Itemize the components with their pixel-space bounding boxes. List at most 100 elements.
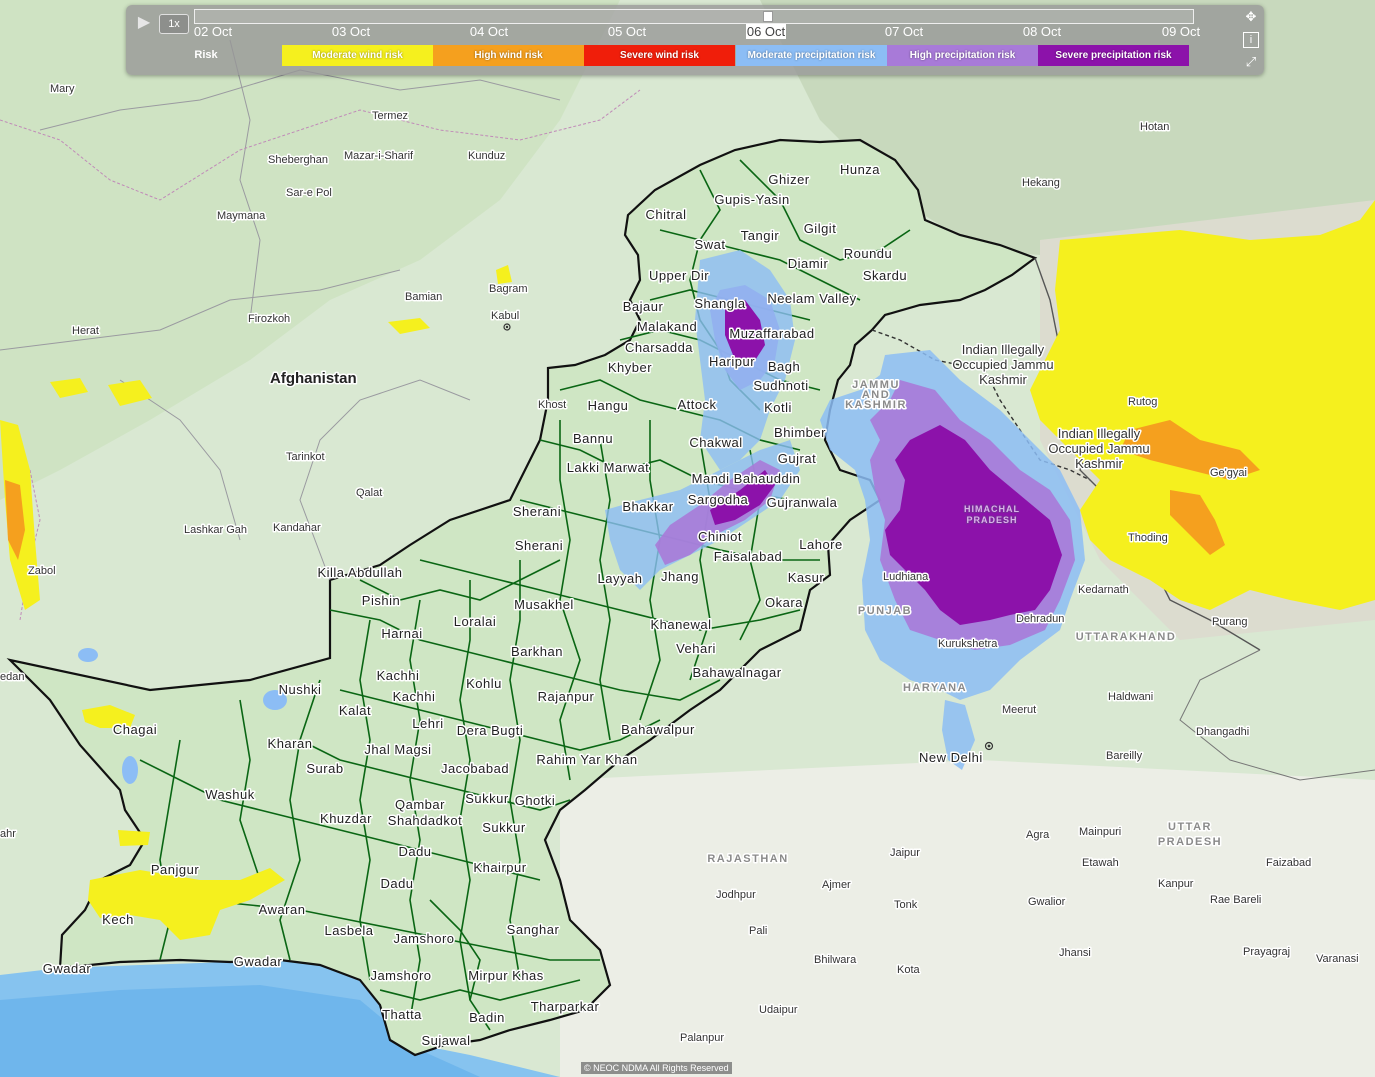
district-label-sukkur: Sukkur [482, 820, 526, 835]
region-label-himachal: HIMACHAL PRADESH [964, 504, 1020, 525]
country-label-afghanistan: Afghanistan [270, 370, 357, 387]
district-label-gwadar: Gwadar [234, 954, 283, 969]
timeline-date[interactable]: 07 Oct [869, 24, 939, 39]
district-label-jhang: Jhang [661, 569, 699, 584]
district-label-washuk: Washuk [205, 787, 254, 802]
city-label-qalat: Qalat [356, 487, 382, 499]
city-label-agra: Agra [1026, 829, 1050, 841]
city-label-sheberghan: Sheberghan [268, 154, 328, 166]
district-label-bahawalpur: Bahawalpur [621, 722, 695, 737]
city-label-palanpur: Palanpur [680, 1032, 724, 1044]
district-label-chitral: Chitral [645, 207, 686, 222]
timeline-date[interactable]: 09 Oct [1146, 24, 1216, 39]
district-label-mandi-bahauddin: Mandi Bahauddin [692, 471, 801, 486]
region-label-rajasthan: RAJASTHAN [707, 853, 788, 865]
district-label-neelam-valley: Neelam Valley [767, 291, 856, 306]
district-label-ghotki: Ghotki [515, 793, 556, 808]
district-label-shangla: Shangla [694, 296, 745, 311]
city-label-mainpuri: Mainpuri [1079, 826, 1121, 838]
district-label-kotli: Kotli [764, 400, 792, 415]
district-label-gujranwala: Gujranwala [767, 495, 838, 510]
district-label-muzaffarabad: Muzaffarabad [729, 326, 814, 341]
city-label-mary: Mary [50, 83, 75, 95]
district-label-gwadar: Gwadar [43, 961, 92, 976]
district-label-sujawal: Sujawal [421, 1033, 470, 1048]
expand-icon[interactable]: ⤢ [1243, 54, 1259, 70]
district-label-sherani: Sherani [515, 538, 563, 553]
district-label-shahdadkot: Shahdadkot [388, 813, 462, 828]
district-label-skardu: Skardu [863, 268, 907, 283]
timeline-handle[interactable] [763, 11, 773, 22]
city-label-jhansi: Jhansi [1059, 947, 1091, 959]
district-label-nushki: Nushki [279, 682, 322, 697]
timeline-date[interactable]: 05 Oct [592, 24, 662, 39]
district-label-kasur: Kasur [788, 570, 825, 585]
city-label-purang: Purang [1212, 616, 1247, 628]
region-label-punjab: PUNJAB [858, 605, 912, 617]
district-label-charsadda: Charsadda [625, 340, 693, 355]
district-label-ghizer: Ghizer [768, 172, 809, 187]
region-label-uttarakhand: UTTARAKHAND [1076, 631, 1177, 643]
timeline-date[interactable]: 03 Oct [316, 24, 386, 39]
district-label-swat: Swat [695, 237, 726, 252]
city-label-firozkoh: Firozkoh [248, 313, 290, 325]
district-label-thatta: Thatta [382, 1007, 422, 1022]
city-label-ludhiana: Ludhiana [883, 571, 929, 583]
city-label-kandahar: Kandahar [273, 522, 321, 534]
city-label-gegyai: Ge'gyai [1210, 467, 1247, 479]
district-label-dadu: Dadu [398, 844, 431, 859]
city-label-bhilwara: Bhilwara [814, 954, 857, 966]
district-label-rahim-yar-khan: Rahim Yar Khan [536, 752, 637, 767]
city-label-hotan: Hotan [1140, 121, 1169, 133]
city-label-kunduz: Kunduz [468, 150, 505, 162]
city-label-termez: Termez [372, 110, 408, 122]
district-label-killa-abdullah: Killa Abdullah [317, 565, 402, 580]
city-label-zabol: Zabol [28, 565, 56, 577]
district-label-bahawalnagar: Bahawalnagar [692, 665, 781, 680]
district-label-hunza: Hunza [840, 162, 880, 177]
district-label-chagai: Chagai [113, 722, 157, 737]
terrain-plains-india [560, 760, 1375, 1077]
district-label-khuzdar: Khuzdar [320, 811, 372, 826]
district-label-haripur: Haripur [709, 354, 755, 369]
city-label-khost: Khost [538, 399, 566, 411]
city-label-gwalior: Gwalior [1028, 896, 1066, 908]
city-label-meerut: Meerut [1002, 704, 1036, 716]
district-label-bajaur: Bajaur [623, 299, 664, 314]
city-label-raebareli: Rae Bareli [1210, 894, 1261, 906]
timeline-date[interactable]: 06 Oct [731, 24, 801, 39]
city-label-ajmer: Ajmer [822, 879, 851, 891]
info-icon[interactable]: i [1243, 32, 1259, 48]
moderate-wind-zone-small-4 [118, 830, 150, 846]
city-label-prayagraj: Prayagraj [1243, 946, 1290, 958]
district-label-attock: Attock [677, 397, 716, 412]
legend-item: High precipitation risk [887, 45, 1038, 66]
district-label-mirpur-khas: Mirpur Khas [468, 968, 544, 983]
district-label-kalat: Kalat [339, 703, 371, 718]
timeline-date[interactable]: 04 Oct [454, 24, 524, 39]
district-label-rajanpur: Rajanpur [538, 689, 595, 704]
legend-item: Severe precipitation risk [1038, 45, 1189, 66]
district-label-panjgur: Panjgur [151, 862, 199, 877]
timeline-date[interactable]: 02 Oct [178, 24, 248, 39]
district-label-chiniot: Chiniot [698, 529, 742, 544]
city-label-maymana: Maymana [217, 210, 266, 222]
city-label-thoding: Thoding [1128, 532, 1168, 544]
district-label-sukkur: Sukkur [465, 791, 509, 806]
city-label-pali: Pali [749, 925, 767, 937]
district-label-tharparkar: Tharparkar [531, 999, 600, 1014]
timeline-date[interactable]: 08 Oct [1007, 24, 1077, 39]
move-icon[interactable]: ✥ [1243, 9, 1259, 25]
timeline-track[interactable] [194, 9, 1194, 24]
city-label-dhangadhi: Dhangadhi [1196, 726, 1249, 738]
district-label-lehri: Lehri [412, 716, 443, 731]
city-label-sarepol: Sar-e Pol [286, 187, 332, 199]
district-label-qambar: Qambar [395, 797, 445, 812]
city-label-kabul: Kabul [491, 310, 519, 322]
city-label-kedarnath: Kedarnath [1078, 584, 1129, 596]
play-icon[interactable]: ▶ [134, 13, 154, 33]
legend-item: Moderate wind risk [282, 45, 433, 66]
district-label-lasbela: Lasbela [324, 923, 373, 938]
city-label-kurukshetra: Kurukshetra [938, 638, 998, 650]
risk-map[interactable]: Afghanistan Mary Termez Sheberghan Mazar-i-S… [0, 0, 1375, 1077]
